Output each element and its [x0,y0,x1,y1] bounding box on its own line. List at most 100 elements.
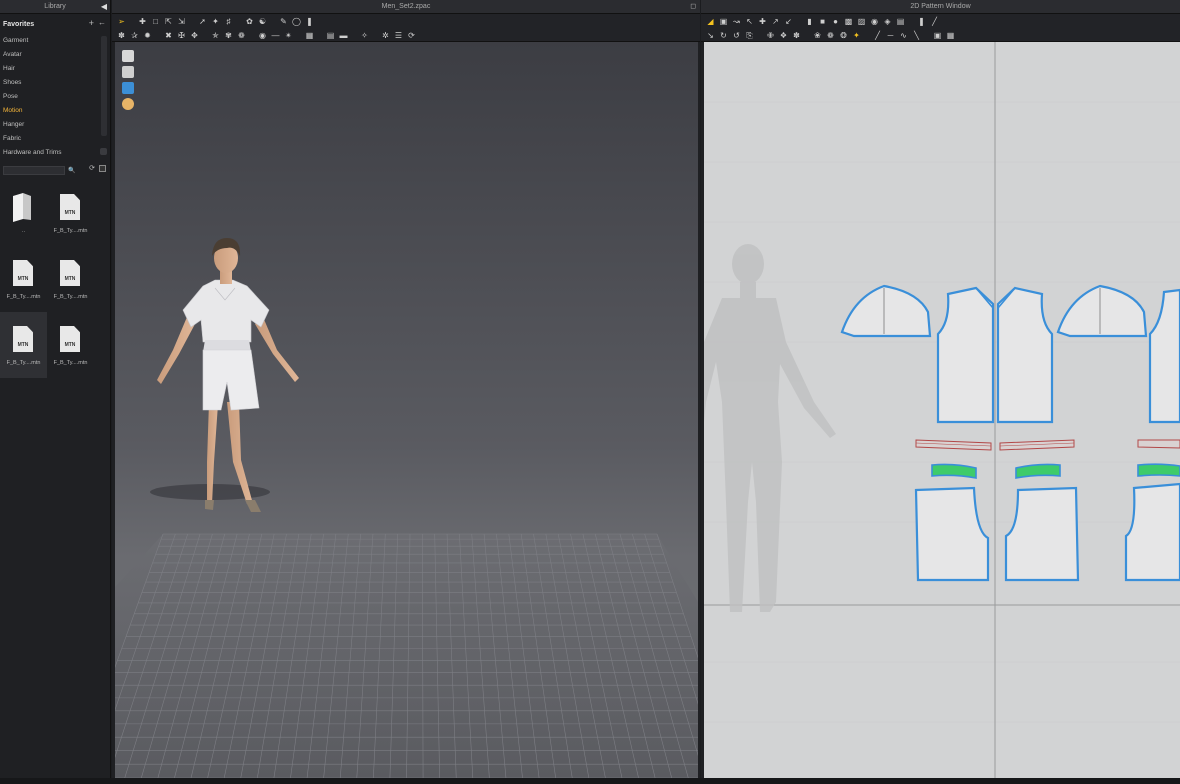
edit-sewing-icon[interactable]: ✽ [791,30,802,41]
library-category-shoes[interactable]: Shoes [0,76,110,90]
collapse-panel-icon[interactable]: ◀ [101,0,107,14]
add-favorite-icon[interactable]: + [89,18,94,28]
library-category-motion[interactable]: Motion [0,104,110,118]
arrangement-icon[interactable]: ✿ [244,16,255,27]
sleeve-pattern-left[interactable] [840,284,932,338]
avatar-figure[interactable] [157,238,299,512]
avatar-display-icon[interactable] [122,66,134,78]
shorts-front-pattern[interactable] [914,486,990,582]
zip-tool-icon[interactable]: ✖ [163,30,174,41]
fold-line-icon[interactable]: ❁ [825,30,836,41]
shorts-extra-pattern[interactable] [1124,482,1180,582]
internal-circle-icon[interactable]: ◉ [869,16,880,27]
internal-polygon-icon[interactable]: ▩ [843,16,854,27]
library-category-pose[interactable]: Pose [0,90,110,104]
garment-display-icon[interactable] [122,50,134,62]
zipper-tool-icon[interactable]: ✴ [283,30,294,41]
merge-pattern-icon[interactable]: ❂ [838,30,849,41]
seam-line-icon[interactable]: ➚ [197,16,208,27]
motion-file-item[interactable]: MTN F_B_Ty....mtn [47,246,94,312]
layer-tool-icon[interactable]: ✙ [765,30,776,41]
3d-viewport[interactable] [115,42,698,778]
button-tool-icon[interactable]: ◉ [257,30,268,41]
rotate-view-icon[interactable]: ⟳ [406,30,417,41]
shrink-tool-icon[interactable]: ✹ [142,30,153,41]
search-icon[interactable]: 🔍 [68,167,75,174]
edit-radius-icon[interactable]: ↙ [783,16,794,27]
library-category-avatar[interactable]: Avatar [0,48,110,62]
segment-topstitch-icon[interactable]: ─ [885,30,896,41]
library-category-hair[interactable]: Hair [0,62,110,76]
list-view-icon[interactable] [99,165,106,172]
reset-arrangement-icon[interactable]: ☯ [257,16,268,27]
rectangle-tool-icon[interactable]: ■ [817,16,828,27]
sleeve-pattern-right[interactable] [1056,284,1148,338]
brush-tool-icon[interactable]: ✰ [129,30,140,41]
circle-tool-icon[interactable]: ◯ [291,16,302,27]
2d-viewport[interactable] [704,42,1180,778]
fold-tool-icon[interactable]: ⇲ [176,16,187,27]
pattern-grain-icon[interactable]: ⎘ [744,30,755,41]
transform-pattern-icon[interactable]: ◢ [705,16,716,27]
fold-arrange-icon[interactable]: ⇱ [163,16,174,27]
ellipse-tool-icon[interactable]: ● [830,16,841,27]
back-arrow-icon[interactable]: ← [98,18,106,27]
back-bodice-pattern[interactable] [1148,288,1180,424]
pose-flip-icon[interactable]: ✲ [380,30,391,41]
tack-icon[interactable]: ✦ [210,16,221,27]
grid-icon[interactable]: ▦ [945,30,956,41]
edit-curve-icon[interactable]: ↝ [731,16,742,27]
parent-folder-item[interactable]: .. [0,180,47,246]
polygon-tool-icon[interactable]: ▮ [804,16,815,27]
edit-texture-icon[interactable]: ↘ [705,30,716,41]
internal-rectangle-icon[interactable]: ▨ [856,16,867,27]
rib-cuff-patterns[interactable] [931,463,1180,479]
popout-window-icon[interactable]: ◻ [690,0,696,14]
favorites-settings-icon[interactable] [100,148,107,155]
motion-file-item[interactable]: MTN F_B_Ty....mtn [47,180,94,246]
favorites-scrollbar[interactable] [101,36,107,136]
avatar-pose-icon[interactable]: ✧ [359,30,370,41]
pattern-measure-icon[interactable]: ✾ [223,30,234,41]
shirt-display-icon[interactable]: ☰ [393,30,404,41]
free-topstitch-icon[interactable]: ∿ [898,30,909,41]
motion-file-item[interactable]: MTN F_B_Ty....mtn [0,246,47,312]
refresh-icon[interactable]: ⟳ [89,164,95,172]
fit-map-icon[interactable]: ❁ [236,30,247,41]
notch-tool-icon[interactable]: ❀ [812,30,823,41]
tape-tool-icon[interactable]: ▤ [325,30,336,41]
library-search-input[interactable] [3,165,65,175]
hem-tool-icon[interactable]: ▬ [338,30,349,41]
symmetry-tool-icon[interactable]: ❖ [778,30,789,41]
puckering-icon[interactable]: ╲ [911,30,922,41]
library-category-hanger[interactable]: Hanger [0,118,110,132]
curve-point-icon[interactable]: ↗ [770,16,781,27]
graphic-tool-icon[interactable]: ↺ [731,30,742,41]
pinch-tool-icon[interactable]: ✠ [176,30,187,41]
trace-tool-icon[interactable]: ▤ [895,16,906,27]
box-select-icon[interactable]: □ [150,16,161,27]
pose-tool-icon[interactable]: ✽ [116,30,127,41]
avatar-measure-icon[interactable]: ✯ [210,30,221,41]
add-point-icon[interactable]: ✚ [757,16,768,27]
motion-file-item[interactable]: MTN F_B_Ty....mtn [0,312,47,378]
trim-tool-icon[interactable]: ▦ [304,30,315,41]
measure-icon[interactable]: ✎ [278,16,289,27]
library-category-fabric[interactable]: Fabric [0,132,110,146]
fabric-render-icon[interactable] [122,82,134,94]
shorts-back-pattern[interactable] [1004,486,1080,582]
free-sewing-icon[interactable]: ╱ [929,16,940,27]
edit-pattern-icon[interactable]: ▣ [718,16,729,27]
select-move-icon[interactable]: ➢ [116,16,127,27]
rotate-texture-icon[interactable]: ↻ [718,30,729,41]
edit-point-icon[interactable]: ↖ [744,16,755,27]
motion-file-item[interactable]: MTN F_B_Ty....mtn [47,312,94,378]
select-mesh-icon[interactable]: ✚ [137,16,148,27]
flatten-tool-icon[interactable]: ✥ [189,30,200,41]
waistband-strips[interactable] [915,439,1180,451]
avatar-skin-icon[interactable] [122,98,134,110]
library-category-hardware-and-trims[interactable]: Hardware and Trims [0,146,110,160]
annotation-icon[interactable]: ✦ [851,30,862,41]
segment-sewing-icon[interactable]: ❚ [916,16,927,27]
bar-tool-icon[interactable]: ❚ [304,16,315,27]
